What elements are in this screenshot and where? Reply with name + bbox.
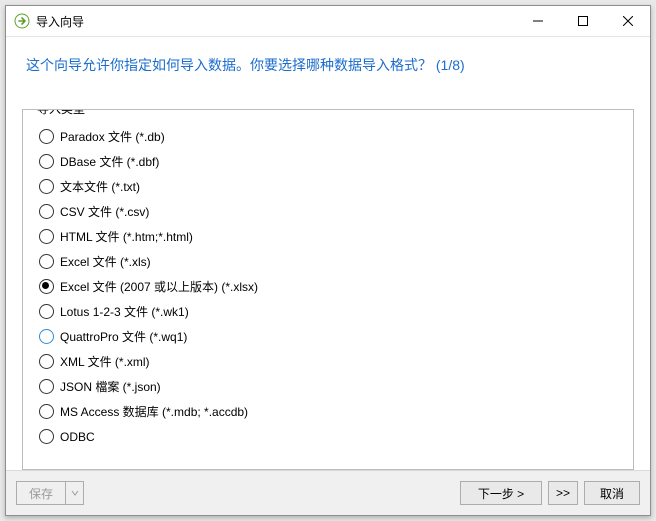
radio-option-xml[interactable]: XML 文件 (*.xml) [39,349,617,374]
group-legend: 导入类型 [33,109,89,117]
radio-icon [39,254,54,269]
radio-icon [39,379,54,394]
chevron-down-icon [71,489,79,497]
radio-icon [39,204,54,219]
radio-icon [39,229,54,244]
content-area: 这个向导允许你指定如何导入数据。你要选择哪种数据导入格式？ (1/8) 导入类型… [6,37,650,470]
radio-label: XML 文件 (*.xml) [60,353,150,370]
radio-label: JSON 檔案 (*.json) [60,378,161,395]
radio-label: DBase 文件 (*.dbf) [60,153,159,170]
radio-icon [39,354,54,369]
radio-option-lotus[interactable]: Lotus 1-2-3 文件 (*.wk1) [39,299,617,324]
radio-option-paradox[interactable]: Paradox 文件 (*.db) [39,124,617,149]
minimize-button[interactable] [515,6,560,36]
radio-icon [39,304,54,319]
radio-option-odbc[interactable]: ODBC [39,424,617,449]
radio-option-html[interactable]: HTML 文件 (*.htm;*.html) [39,224,617,249]
radio-option-access[interactable]: MS Access 数据库 (*.mdb; *.accdb) [39,399,617,424]
wizard-heading-area: 这个向导允许你指定如何导入数据。你要选择哪种数据导入格式？ (1/8) [20,37,636,83]
radio-label: CSV 文件 (*.csv) [60,203,149,220]
close-button[interactable] [605,6,650,36]
cancel-button[interactable]: 取消 [584,481,640,505]
radio-icon [39,179,54,194]
radio-label: MS Access 数据库 (*.mdb; *.accdb) [60,403,248,420]
radio-label: Excel 文件 (2007 或以上版本) (*.xlsx) [60,278,258,295]
radio-icon [39,329,54,344]
radio-option-json[interactable]: JSON 檔案 (*.json) [39,374,617,399]
radio-option-xlsx[interactable]: Excel 文件 (2007 或以上版本) (*.xlsx) [39,274,617,299]
wizard-footer: 保存 下一步 > >> 取消 [6,470,650,515]
radio-label: Lotus 1-2-3 文件 (*.wk1) [60,303,189,320]
fast-forward-button[interactable]: >> [548,481,578,505]
window-title: 导入向导 [36,13,84,30]
save-dropdown-button[interactable] [66,481,84,505]
save-button[interactable]: 保存 [16,481,66,505]
radio-label: HTML 文件 (*.htm;*.html) [60,228,193,245]
next-button[interactable]: 下一步 > [460,481,542,505]
radio-icon [39,429,54,444]
radio-icon [39,154,54,169]
radio-label: 文本文件 (*.txt) [60,178,140,195]
radio-icon [39,404,54,419]
import-wizard-window: 导入向导 这个向导允许你指定如何导入数据。你要选择哪种数据导入格式？ (1/8)… [5,5,651,516]
radio-option-dbase[interactable]: DBase 文件 (*.dbf) [39,149,617,174]
radio-icon [39,279,54,294]
radio-icon [39,129,54,144]
import-type-group: 导入类型 Paradox 文件 (*.db) DBase 文件 (*.dbf) … [22,109,634,470]
titlebar: 导入向导 [6,6,650,37]
radio-label: ODBC [60,430,95,444]
radio-label: QuattroPro 文件 (*.wq1) [60,328,187,345]
radio-option-quattropro[interactable]: QuattroPro 文件 (*.wq1) [39,324,617,349]
radio-option-xls[interactable]: Excel 文件 (*.xls) [39,249,617,274]
radio-option-csv[interactable]: CSV 文件 (*.csv) [39,199,617,224]
maximize-button[interactable] [560,6,605,36]
window-controls [515,6,650,36]
radio-label: Paradox 文件 (*.db) [60,128,165,145]
radio-option-text[interactable]: 文本文件 (*.txt) [39,174,617,199]
app-icon [14,13,30,29]
radio-label: Excel 文件 (*.xls) [60,253,151,270]
wizard-heading: 这个向导允许你指定如何导入数据。你要选择哪种数据导入格式？ (1/8) [26,57,465,73]
